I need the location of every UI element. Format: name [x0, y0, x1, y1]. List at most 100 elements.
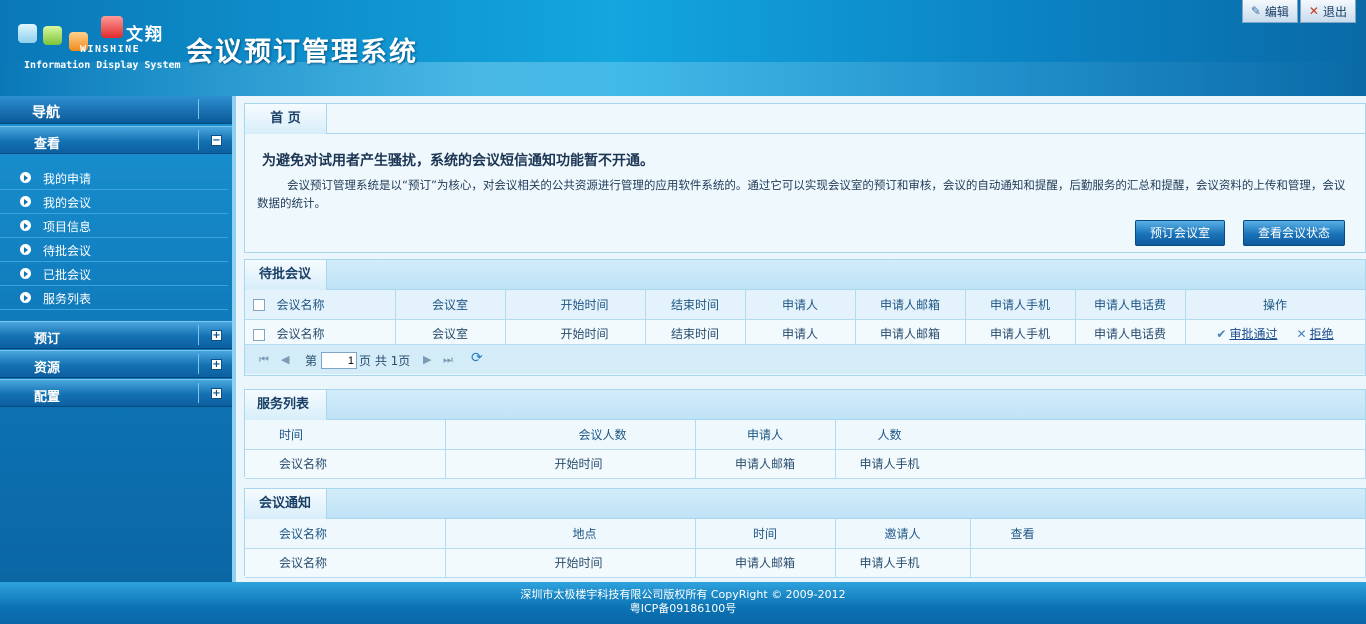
page-number-input[interactable] [321, 352, 357, 369]
column-header: 会议名称 [245, 519, 446, 549]
prev-page-icon[interactable]: ◀ [281, 353, 289, 366]
arrow-bullet-icon [20, 220, 31, 231]
table-header-row: 会议名称 地点 时间 邀请人 查看 [245, 519, 1366, 549]
page-total: 页 共 1页 [359, 354, 411, 368]
sidebar-item-service-list[interactable]: 服务列表 [0, 286, 228, 310]
sidebar-section-resources[interactable]: 资源 + [0, 350, 232, 378]
services-panel: 服务列表 时间 会议人数 申请人 人数 会议名称 开始时间 申请人邮箱 申请人手… [244, 389, 1366, 479]
row-checkbox[interactable] [253, 328, 265, 341]
table-header-row: 会议名称 会议室 开始时间 结束时间 申请人 申请人邮箱 申请人手机 申请人电话… [245, 290, 1366, 320]
arrow-bullet-icon [20, 292, 31, 303]
sidebar-items: 我的申请 我的会议 项目信息 待批会议 已批会议 服务列表 [0, 166, 232, 310]
page-prefix: 第 [305, 354, 318, 368]
logout-label: 退出 [1322, 4, 1347, 19]
expand-icon[interactable]: + [211, 388, 222, 399]
table-cell: 开始时间 [445, 449, 696, 479]
sms-notice: 为避免对试用者产生骚扰，系统的会议短信通知功能暂不开通。 [262, 153, 654, 169]
tab-notices[interactable]: 会议通知 [245, 489, 327, 519]
divider [198, 354, 199, 374]
column-header: 邀请人 [835, 519, 971, 549]
column-header: 会议室 [395, 290, 506, 320]
sidebar-item-label: 待批会议 [43, 244, 92, 258]
tab-services[interactable]: 服务列表 [245, 390, 327, 420]
sidebar-item-my-requests[interactable]: 我的申请 [0, 166, 228, 190]
sidebar-item-label: 我的会议 [43, 196, 92, 210]
column-header: 会议人数 [445, 420, 696, 450]
services-table: 时间 会议人数 申请人 人数 会议名称 开始时间 申请人邮箱 申请人手机 [245, 420, 1366, 479]
sidebar-item-label: 服务列表 [43, 292, 92, 306]
home-panel: 首 页 为避免对试用者产生骚扰，系统的会议短信通知功能暂不开通。 会议预订管理系… [244, 103, 1366, 253]
column-header: 操作 [1185, 290, 1366, 320]
panel-header [245, 104, 1365, 134]
sidebar-item-label: 项目信息 [43, 220, 92, 234]
main-content: 首 页 为避免对试用者产生骚扰，系统的会议短信通知功能暂不开通。 会议预订管理系… [232, 96, 1366, 582]
first-page-icon[interactable]: ⏮ [259, 353, 269, 367]
collapse-icon[interactable]: − [211, 135, 222, 146]
pending-table: 会议名称 会议室 开始时间 结束时间 申请人 申请人邮箱 申请人手机 申请人电话… [245, 290, 1366, 349]
tab-pending[interactable]: 待批会议 [245, 260, 327, 290]
sidebar-item-pending-meetings[interactable]: 待批会议 [0, 238, 228, 262]
section-label: 配置 [34, 390, 61, 405]
logo-tagline: Information Display System [24, 60, 181, 71]
table-row: 会议名称 开始时间 申请人邮箱 申请人手机 [245, 548, 1366, 578]
last-page-icon[interactable]: ⏭ [443, 353, 453, 367]
table-cell: 会议名称 [245, 449, 446, 479]
select-all-checkbox[interactable] [253, 299, 265, 312]
edit-label: 编辑 [1264, 4, 1289, 19]
icp-text: 粤ICP备09186100号 [629, 602, 737, 615]
header-label: 会议名称 [276, 297, 325, 312]
pager: ⏮ ◀ 第 页 共 1页 ▶ ⏭ ⟳ [245, 344, 1365, 374]
logo-cn-text: 文翔 [126, 25, 164, 45]
sidebar-section-config[interactable]: 配置 + [0, 379, 232, 407]
nav-title: 导航 [32, 105, 60, 121]
panel-header [245, 390, 1365, 420]
meeting-status-button[interactable]: 查看会议状态 [1243, 220, 1346, 246]
arrow-bullet-icon [20, 196, 31, 207]
expand-icon[interactable]: + [211, 330, 222, 341]
table-header-row: 时间 会议人数 申请人 人数 [245, 420, 1366, 450]
column-header: 时间 [245, 420, 446, 450]
sidebar-section-view[interactable]: 查看 − [0, 126, 232, 154]
edit-button[interactable]: ✎ 编辑 [1241, 0, 1298, 23]
logout-button[interactable]: ✕ 退出 [1299, 0, 1356, 23]
section-label: 预订 [34, 332, 61, 347]
panel-header [245, 260, 1365, 290]
notices-panel: 会议通知 会议名称 地点 时间 邀请人 查看 会议名称 开始时间 申请人邮箱 申… [244, 488, 1366, 578]
approve-link[interactable]: 审批通过 [1229, 327, 1277, 341]
divider [198, 99, 199, 119]
arrow-bullet-icon [20, 268, 31, 279]
table-cell: 申请人手机 [835, 548, 971, 578]
divider [198, 383, 199, 403]
column-header: 申请人手机 [965, 290, 1076, 320]
top-actions: ✎ 编辑 ✕ 退出 [1241, 0, 1356, 23]
panel-header [245, 489, 1365, 519]
notices-table: 会议名称 地点 时间 邀请人 查看 会议名称 开始时间 申请人邮箱 申请人手机 [245, 519, 1366, 578]
column-header: 申请人 [695, 420, 836, 450]
column-header: 人数 [835, 420, 1366, 450]
book-room-button[interactable]: 预订会议室 [1135, 220, 1226, 246]
arrow-bullet-icon [20, 172, 31, 183]
tab-home[interactable]: 首 页 [245, 104, 327, 134]
sidebar-section-booking[interactable]: 预订 + [0, 321, 232, 349]
column-header: 会议名称 [245, 290, 396, 320]
check-icon: ✔ [1216, 327, 1227, 341]
header: 文翔 WINSHINE Information Display System 会… [0, 0, 1366, 96]
column-header: 申请人 [745, 290, 856, 320]
column-header: 查看 [970, 519, 1366, 549]
footer: 深圳市太极楼宇科技有限公司版权所有 CopyRight © 2009-2012 … [0, 582, 1366, 624]
expand-icon[interactable]: + [211, 359, 222, 370]
next-page-icon[interactable]: ▶ [423, 353, 431, 366]
refresh-icon[interactable]: ⟳ [471, 350, 483, 366]
column-header: 申请人邮箱 [855, 290, 966, 320]
logo-square-icon [43, 26, 62, 45]
table-cell: 申请人邮箱 [695, 548, 836, 578]
sidebar-item-project-info[interactable]: 项目信息 [0, 214, 228, 238]
logo-square-icon [101, 16, 123, 38]
section-label: 查看 [34, 137, 61, 152]
table-cell: 申请人邮箱 [695, 449, 836, 479]
reject-link[interactable]: 拒绝 [1310, 327, 1334, 341]
sidebar: 导航 查看 − 我的申请 我的会议 项目信息 待批会议 已批会议 服务列表 预订… [0, 96, 232, 582]
sidebar-item-approved-meetings[interactable]: 已批会议 [0, 262, 228, 286]
column-header: 时间 [695, 519, 836, 549]
sidebar-item-my-meetings[interactable]: 我的会议 [0, 190, 228, 214]
